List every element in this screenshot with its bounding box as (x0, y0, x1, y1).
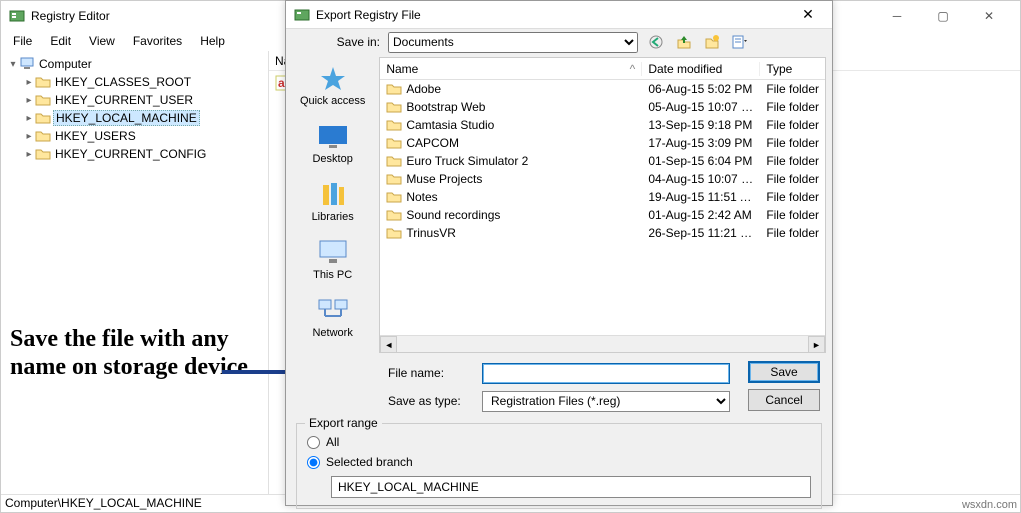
cancel-button[interactable]: Cancel (748, 389, 820, 411)
dialog-close-button[interactable]: ✕ (788, 6, 828, 23)
folder-icon (35, 111, 51, 125)
tree-node-selected[interactable]: ▸HKEY_LOCAL_MACHINE (1, 109, 268, 127)
export-registry-dialog: Export Registry File ✕ Save in: Document… (285, 0, 833, 506)
folder-icon (35, 147, 51, 161)
folder-icon (386, 118, 402, 132)
network-icon (317, 297, 349, 325)
this-pc-icon (317, 239, 349, 267)
menu-view[interactable]: View (81, 32, 123, 50)
tree-node[interactable]: ▸HKEY_USERS (1, 127, 268, 145)
folder-icon (386, 136, 402, 150)
places-bar: Quick access Desktop Libraries This PC N… (286, 55, 379, 355)
registry-tree[interactable]: ▾ Computer ▸HKEY_CLASSES_ROOT ▸HKEY_CURR… (1, 51, 269, 494)
radio-all-input[interactable] (307, 436, 320, 449)
folder-icon (386, 100, 402, 114)
scroll-right-button[interactable]: ► (808, 336, 825, 353)
folder-icon (386, 190, 402, 204)
export-range-group: Export range All Selected branch (296, 423, 822, 509)
file-row[interactable]: Adobe06-Aug-15 5:02 PMFile folder (380, 80, 825, 98)
column-name[interactable]: Name ^ (380, 62, 642, 76)
file-name-label: File name: (388, 366, 472, 380)
place-network[interactable]: Network (288, 293, 378, 343)
save-in-dropdown[interactable]: Documents (388, 32, 638, 53)
place-quick-access[interactable]: Quick access (288, 61, 378, 111)
back-button[interactable] (646, 32, 666, 52)
collapse-icon[interactable]: ▾ (7, 59, 19, 70)
file-row[interactable]: Muse Projects04-Aug-15 10:07 P...File fo… (380, 170, 825, 188)
radio-all[interactable]: All (307, 432, 811, 452)
regedit-app-icon (9, 8, 25, 24)
dialog-titlebar: Export Registry File ✕ (286, 1, 832, 29)
folder-icon (386, 226, 402, 240)
file-row[interactable]: Bootstrap Web05-Aug-15 10:07 P...File fo… (380, 98, 825, 116)
folder-icon (35, 129, 51, 143)
folder-icon (386, 172, 402, 186)
tree-root[interactable]: ▾ Computer (1, 55, 268, 73)
tree-node[interactable]: ▸HKEY_CURRENT_CONFIG (1, 145, 268, 163)
horizontal-scrollbar[interactable]: ◄ ► (380, 335, 825, 352)
minimize-button[interactable]: ─ (874, 1, 920, 31)
tree-node[interactable]: ▸HKEY_CLASSES_ROOT (1, 73, 268, 91)
column-date[interactable]: Date modified (642, 62, 760, 76)
place-libraries[interactable]: Libraries (288, 177, 378, 227)
save-button[interactable]: Save (748, 361, 820, 383)
folder-icon (386, 82, 402, 96)
scroll-left-button[interactable]: ◄ (380, 336, 397, 353)
libraries-icon (317, 181, 349, 209)
tree-node[interactable]: ▸HKEY_CURRENT_USER (1, 91, 268, 109)
dialog-title: Export Registry File (316, 8, 788, 22)
file-row[interactable]: Euro Truck Simulator 201-Sep-15 6:04 PMF… (380, 152, 825, 170)
save-as-type-dropdown[interactable]: Registration Files (*.reg) (482, 391, 730, 412)
new-folder-button[interactable] (702, 32, 722, 52)
dialog-app-icon (294, 7, 310, 23)
column-type[interactable]: Type (760, 62, 825, 76)
menu-favorites[interactable]: Favorites (125, 32, 190, 50)
folder-icon (386, 208, 402, 222)
file-row[interactable]: CAPCOM17-Aug-15 3:09 PMFile folder (380, 134, 825, 152)
folder-icon (35, 75, 51, 89)
annotation-text: Save the file with any name on storage d… (10, 326, 250, 381)
place-desktop[interactable]: Desktop (288, 119, 378, 169)
file-name-input[interactable] (482, 363, 730, 384)
computer-icon (19, 57, 35, 71)
expand-icon[interactable]: ▸ (23, 131, 35, 142)
up-one-level-button[interactable] (674, 32, 694, 52)
file-list[interactable]: Name ^ Date modified Type Adobe06-Aug-15… (379, 57, 826, 353)
expand-icon[interactable]: ▸ (23, 77, 35, 88)
view-menu-button[interactable] (730, 32, 750, 52)
menu-file[interactable]: File (5, 32, 40, 50)
file-row[interactable]: Sound recordings01-Aug-15 2:42 AMFile fo… (380, 206, 825, 224)
folder-icon (386, 154, 402, 168)
file-row[interactable]: Camtasia Studio13-Sep-15 9:18 PMFile fol… (380, 116, 825, 134)
menu-help[interactable]: Help (192, 32, 233, 50)
folder-icon (35, 93, 51, 107)
desktop-icon (317, 123, 349, 151)
expand-icon[interactable]: ▸ (23, 95, 35, 106)
close-button[interactable]: ✕ (966, 1, 1012, 31)
file-row[interactable]: TrinusVR26-Sep-15 11:21 PMFile folder (380, 224, 825, 242)
menu-edit[interactable]: Edit (42, 32, 79, 50)
selected-branch-input[interactable] (331, 476, 811, 498)
save-as-type-label: Save as type: (388, 394, 472, 408)
place-this-pc[interactable]: This PC (288, 235, 378, 285)
expand-icon[interactable]: ▸ (23, 113, 35, 124)
radio-selected-input[interactable] (307, 456, 320, 469)
maximize-button[interactable]: ▢ (920, 1, 966, 31)
expand-icon[interactable]: ▸ (23, 149, 35, 160)
quick-access-icon (317, 65, 349, 93)
file-list-header: Name ^ Date modified Type (380, 58, 825, 80)
radio-selected-branch[interactable]: Selected branch (307, 452, 811, 472)
save-in-label: Save in: (294, 35, 380, 49)
export-range-legend: Export range (305, 416, 382, 430)
watermark: wsxdn.com (962, 499, 1017, 511)
file-row[interactable]: Notes19-Aug-15 11:51 A...File folder (380, 188, 825, 206)
